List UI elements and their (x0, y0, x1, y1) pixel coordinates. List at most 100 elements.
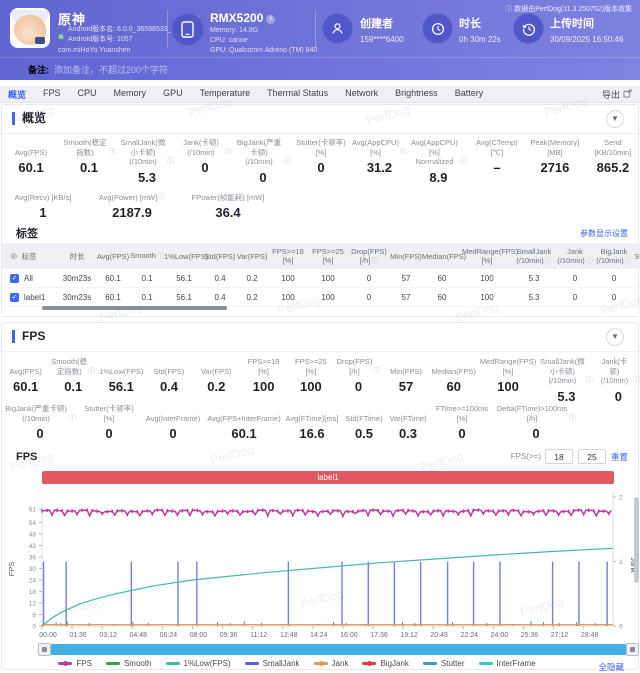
stat-label: FPower(帧能耗) [mW] (182, 183, 274, 202)
info-icon: ⓘ (88, 367, 95, 377)
info-icon: ⓘ (371, 258, 378, 265)
stat-label: Var(FPS) (195, 357, 238, 376)
labels-table-title: 标签 (16, 225, 38, 241)
row-label-cell: ✓All (2, 274, 58, 283)
remark-bar[interactable]: 备注: 添加备注，不超过200个字符 (0, 57, 640, 80)
stat-value: 60.1 (208, 426, 280, 441)
fps-chart[interactable]: 0612182430364248546101200:0001:3603:1204… (2, 485, 640, 643)
legend-item-smooth[interactable]: Smooth (106, 659, 152, 668)
stat-0: Avg(FPS)60.1 (2, 138, 60, 185)
stat-2: SmallJank(微小卡顿) (/10min)ⓘ5.3 (118, 138, 176, 185)
col-header-12: MedRange(FPS)[%] (462, 247, 512, 265)
fps-marker (518, 509, 519, 512)
row-cell: 60 (422, 274, 462, 283)
legend-item-interframe[interactable]: InterFrame (479, 659, 536, 668)
tab-brightness[interactable]: Brightness (395, 88, 438, 101)
fps-marker (362, 509, 363, 512)
fps-marker (377, 509, 378, 512)
col-header-10: Min(FPS) (390, 252, 422, 261)
fps-marker (568, 510, 569, 513)
fps-marker (427, 510, 428, 513)
y-right-tick-label: 1 (619, 559, 623, 566)
y-left-tick-label: 36 (29, 554, 37, 561)
y-left-tick-label: 48 (29, 531, 37, 538)
chart-hscrollbar-left-handle[interactable] (38, 643, 51, 656)
fps-threshold-input-1[interactable] (545, 449, 573, 464)
stat-7: FTime>=100ms [%]0 (430, 404, 494, 441)
fps-marker (513, 509, 514, 512)
row-checkbox[interactable]: ✓ (10, 293, 19, 302)
stat-value: 57 (384, 379, 427, 394)
android-icon (57, 28, 65, 46)
info-icon: ⓘ (373, 367, 380, 377)
fps-marker (463, 510, 464, 513)
legend-label: FPS (76, 659, 92, 668)
col-header-3: Smoothⓘ (130, 251, 164, 261)
fps-threshold-input-2[interactable] (578, 449, 606, 464)
tab-network[interactable]: Network (345, 88, 378, 101)
fps-marker (267, 514, 268, 517)
chart-hscrollbar[interactable] (38, 643, 639, 656)
stat-value: 0 (178, 160, 232, 175)
fps-marker (387, 509, 388, 512)
col-header-14: Jank (/10min)ⓘ (556, 247, 594, 266)
chart-hscrollbar-right-handle[interactable] (626, 643, 639, 656)
row-checkbox[interactable]: ✓ (10, 274, 19, 283)
stat-3: Jank(卡顿) (/10min)ⓘ0 (176, 138, 234, 185)
export-button[interactable]: 导出 (602, 88, 632, 101)
stat-2: Avg(InterFrame)0 (140, 404, 206, 441)
page-vscrollbar[interactable] (634, 497, 639, 583)
tab-fps[interactable]: FPS (43, 88, 61, 101)
fps-marker (397, 509, 398, 512)
fps-marker (392, 514, 393, 517)
plus-icon[interactable]: ⊕ (10, 252, 18, 261)
creator-label: 创建者 (360, 15, 393, 31)
x-tick-label: 08:00 (190, 632, 208, 639)
fps-marker (277, 509, 278, 512)
collapse-overview-button[interactable]: ▼ (606, 110, 624, 128)
row-cell: 56.1 (164, 293, 204, 302)
stat-value: 100 (242, 379, 285, 394)
fps-title: FPS (12, 330, 45, 343)
creator-icon (322, 13, 353, 44)
device-memory: Memory: 14.8G (210, 26, 258, 36)
fps-marker (61, 509, 62, 512)
legend-item-fps[interactable]: FPS (58, 659, 92, 668)
chart-hscrollbar-track[interactable] (51, 644, 626, 655)
tab-battery[interactable]: Battery (455, 88, 484, 101)
tab-thermal-status[interactable]: Thermal Status (267, 88, 328, 101)
legend-item-1-low-fps-[interactable]: 1%Low(FPS) (166, 659, 231, 668)
divider (2, 133, 638, 134)
stat-label: SmallJank(微小卡顿) (/10min)ⓘ (120, 138, 174, 167)
row-cell: 0.2 (236, 293, 268, 302)
tab-cpu[interactable]: CPU (78, 88, 97, 101)
fps-marker (197, 509, 198, 512)
hide-all-link[interactable]: 全隐藏 (598, 661, 624, 673)
y-left-tick-label: 61 (29, 507, 37, 514)
legend-item-stutter[interactable]: Stutter (423, 659, 465, 668)
tab-memory[interactable]: Memory (114, 88, 147, 101)
fps-marker (147, 509, 148, 512)
x-tick-label: 03:12 (99, 632, 117, 639)
legend-item-bigjank[interactable]: BigJank (362, 659, 408, 668)
legend-item-jank[interactable]: Jank (314, 659, 349, 668)
stat-value: 0.1 (51, 379, 95, 394)
reset-button[interactable]: 重置 (611, 451, 628, 463)
table-hscrollbar[interactable] (42, 306, 227, 310)
stat-7: Drop(FPS) [/h]ⓘ0 (335, 357, 383, 404)
fps-marker (71, 509, 72, 512)
stat-value: 0.1 (62, 160, 116, 175)
tab-gpu[interactable]: GPU (163, 88, 183, 101)
android-version-code: Android版本号: 1057 (68, 35, 133, 45)
legend-marker (479, 662, 493, 665)
stat-label: Std(FPS) (147, 357, 190, 376)
tab-temperature[interactable]: Temperature (200, 88, 251, 101)
legend-item-smalljank[interactable]: SmallJank (245, 659, 300, 668)
info-icon: ⓘ (283, 157, 290, 167)
tab-概览[interactable]: 概览 (8, 88, 26, 101)
stat-label: BigJank(严重卡顿) (/10min)ⓘ (4, 404, 76, 423)
collapse-fps-button[interactable]: ▼ (606, 328, 624, 346)
param-display-settings-link[interactable]: 参数显示设置 (580, 228, 628, 239)
fps-marker (407, 509, 408, 512)
fps-marker (493, 509, 494, 512)
